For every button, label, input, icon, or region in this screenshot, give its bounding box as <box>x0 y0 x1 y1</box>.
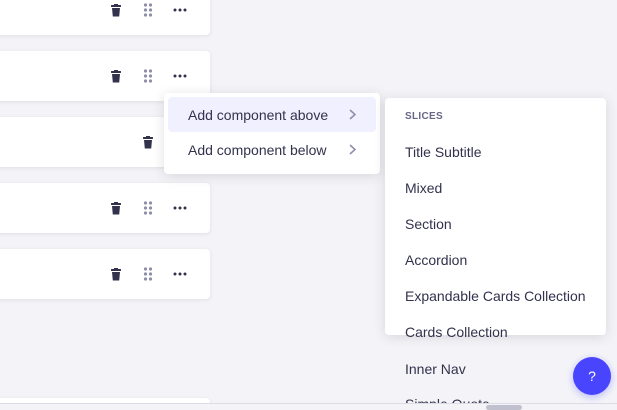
menu-item-add-component-above[interactable]: Add component above <box>168 97 376 132</box>
horizontal-scrollbar[interactable] <box>0 403 617 410</box>
component-row <box>0 249 210 299</box>
drag-handle-icon[interactable] <box>136 196 160 220</box>
chevron-right-icon <box>349 107 357 123</box>
slice-item-cards-collection[interactable]: Cards Collection <box>405 324 508 340</box>
more-dots-icon[interactable] <box>168 196 192 220</box>
page: Inner Nav Simple Quote Add component abo… <box>0 0 617 410</box>
trash-icon[interactable] <box>104 196 128 220</box>
trash-icon[interactable] <box>136 130 160 154</box>
slices-header: SLICES <box>405 111 443 122</box>
component-context-menu: Add component above Add component below <box>164 93 380 174</box>
help-button[interactable]: ? <box>573 357 611 395</box>
drag-handle-icon[interactable] <box>136 0 160 22</box>
slice-item-section[interactable]: Section <box>405 216 452 232</box>
more-dots-icon[interactable] <box>168 64 192 88</box>
trash-icon[interactable] <box>104 262 128 286</box>
component-row <box>0 183 210 233</box>
slice-item-title-subtitle[interactable]: Title Subtitle <box>405 144 482 160</box>
chevron-right-icon <box>349 142 357 158</box>
drag-handle-icon[interactable] <box>136 262 160 286</box>
more-dots-icon[interactable] <box>168 262 192 286</box>
slice-item-mixed[interactable]: Mixed <box>405 180 442 196</box>
menu-item-label: Add component above <box>188 106 329 123</box>
slice-item-expandable-cards-collection[interactable]: Expandable Cards Collection <box>405 288 586 304</box>
menu-item-add-component-below[interactable]: Add component below <box>168 132 376 167</box>
trash-icon[interactable] <box>104 0 128 22</box>
slice-item-accordion[interactable]: Accordion <box>405 252 467 268</box>
slice-item-inner-nav[interactable]: Inner Nav <box>405 361 466 377</box>
drag-handle-icon[interactable] <box>136 64 160 88</box>
slices-submenu: SLICES Title Subtitle Mixed Section Acco… <box>385 98 606 340</box>
component-row <box>0 0 210 35</box>
menu-item-label: Add component below <box>188 141 327 158</box>
scrollbar-thumb[interactable] <box>486 405 522 410</box>
trash-icon[interactable] <box>104 64 128 88</box>
more-dots-icon[interactable] <box>168 0 192 22</box>
